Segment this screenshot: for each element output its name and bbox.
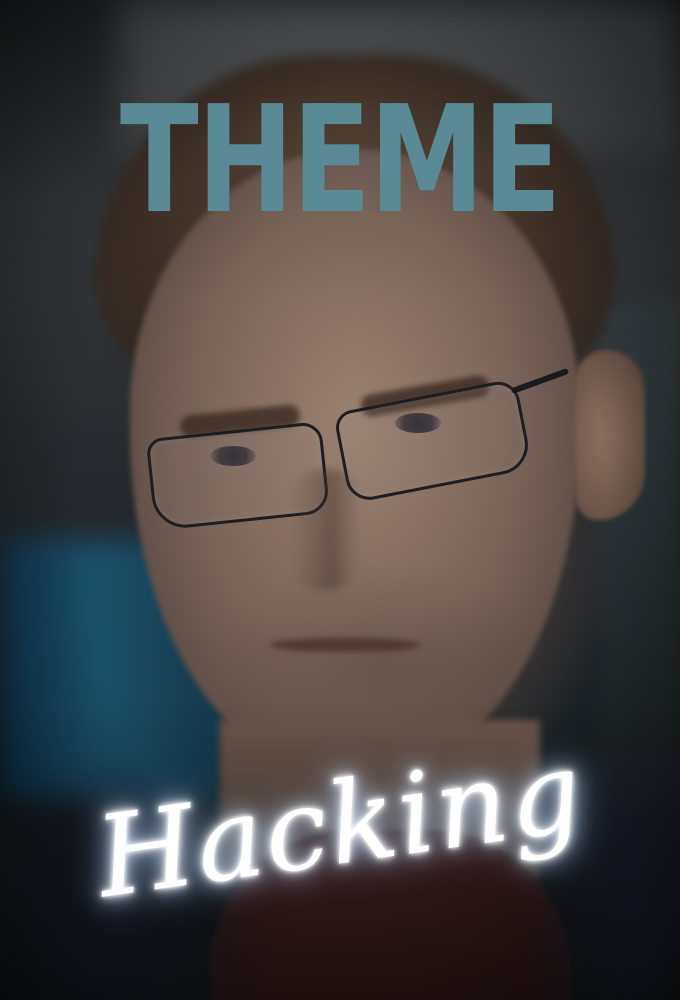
theme-title: THEME — [119, 74, 562, 246]
poster: THEME Hacking — [0, 0, 680, 1000]
